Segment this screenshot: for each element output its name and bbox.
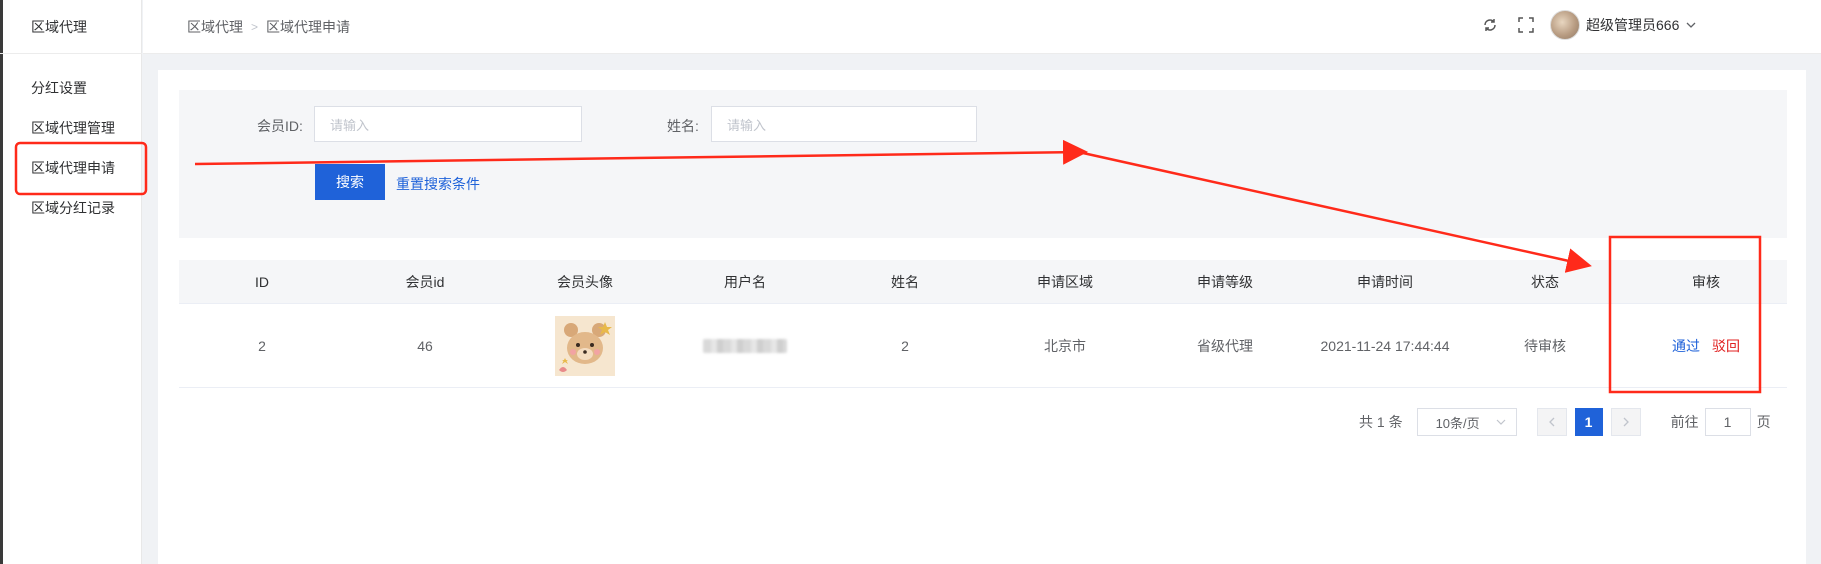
member-id-placeholder: 请输入 [330, 117, 370, 133]
search-button[interactable]: 搜索 [315, 164, 385, 200]
fullscreen-icon[interactable] [1516, 15, 1536, 35]
chevron-down-icon[interactable] [1685, 19, 1697, 31]
goto-page-input[interactable]: 1 [1704, 408, 1751, 436]
user-name[interactable]: 超级管理员666 [1586, 15, 1679, 35]
chevron-right-icon [1623, 417, 1629, 427]
column-header-username: 用户名 [724, 273, 766, 290]
breadcrumb-item-current: 区域代理申请 [266, 19, 351, 35]
pagination: 共 1 条 10条/页 1 前往 1 页 [1359, 408, 1771, 436]
column-header-time: 申请时间 [1357, 273, 1413, 290]
total-count: 共 1 条 [1359, 414, 1403, 430]
cell-avatar [505, 315, 665, 376]
breadcrumb-item-parent[interactable]: 区域代理 [187, 17, 243, 37]
cell-id: 2 [258, 337, 266, 354]
applications-table: ID 会员id 会员头像 用户名 姓名 申请区域 申请等级 申请时间 状态 审核… [179, 260, 1787, 388]
fullscreen-button[interactable] [1516, 0, 1536, 50]
refresh-button[interactable] [1480, 0, 1500, 50]
page-suffix: 页 [1756, 414, 1771, 430]
column-header-review: 审核 [1692, 273, 1720, 290]
table-header: ID 会员id 会员头像 用户名 姓名 申请区域 申请等级 申请时间 状态 审核 [179, 260, 1787, 304]
top-bar: 区域代理 > 区域代理申请 超级管理员666 [143, 0, 1821, 54]
refresh-icon[interactable] [1480, 15, 1500, 35]
column-header-avatar: 会员头像 [557, 273, 613, 290]
sidebar-item-agent-management[interactable]: 区域代理管理 [31, 118, 115, 138]
goto-label: 前往 [1670, 414, 1699, 430]
next-page-button[interactable] [1610, 408, 1641, 436]
cell-review: 通过 驳回 [1625, 336, 1787, 356]
page-size-value: 10条/页 [1435, 415, 1480, 431]
chevron-left-icon [1548, 417, 1555, 427]
cell-time: 2021-11-24 17:44:44 [1320, 337, 1450, 354]
sidebar-title: 区域代理 [0, 0, 142, 54]
table-row: 2 46 2 北京市 省级代理 2021-11-24 17:44:44 待审核 … [179, 304, 1787, 388]
cell-member-id: 46 [417, 337, 433, 354]
page-number-current[interactable]: 1 [1574, 408, 1603, 436]
sidebar-item-dividend-settings[interactable]: 分红设置 [31, 78, 87, 98]
user-menu[interactable]: 超级管理员666 [1550, 10, 1697, 40]
column-header-level: 申请等级 [1197, 273, 1253, 290]
page-size-select[interactable]: 10条/页 [1416, 408, 1517, 436]
approve-link[interactable]: 通过 [1672, 338, 1700, 354]
name-placeholder: 请输入 [727, 117, 767, 133]
column-header-status: 状态 [1531, 273, 1559, 290]
chevron-right-icon: > [251, 20, 259, 34]
cell-username [665, 338, 825, 353]
cell-region: 北京市 [1044, 337, 1086, 354]
avatar[interactable] [1550, 10, 1580, 40]
cell-status: 待审核 [1524, 337, 1566, 354]
window-edge [0, 0, 3, 564]
name-label: 姓名: [667, 118, 699, 134]
column-header-region: 申请区域 [1037, 273, 1093, 290]
cell-name: 2 [901, 337, 909, 354]
cell-level: 省级代理 [1197, 337, 1253, 354]
member-id-input[interactable]: 请输入 [314, 106, 582, 142]
reset-search-link[interactable]: 重置搜索条件 [396, 174, 480, 194]
column-header-id: ID [255, 273, 269, 290]
sidebar-item-dividend-records[interactable]: 区域分红记录 [31, 198, 115, 218]
sidebar-item-agent-application[interactable]: 区域代理申请 [31, 158, 115, 178]
column-header-name: 姓名 [891, 273, 919, 290]
prev-page-button[interactable] [1536, 408, 1567, 436]
blurred-username [703, 338, 787, 353]
sidebar: 区域代理 分红设置 区域代理管理 区域代理申请 区域分红记录 [0, 0, 142, 564]
name-input[interactable]: 请输入 [711, 106, 977, 142]
chevron-down-icon [1496, 419, 1506, 425]
column-header-member-id: 会员id [405, 273, 445, 290]
member-avatar-image[interactable] [555, 315, 615, 376]
breadcrumb: 区域代理 > 区域代理申请 [187, 0, 350, 54]
reject-link[interactable]: 驳回 [1712, 338, 1740, 354]
member-id-label: 会员ID: [257, 118, 303, 134]
